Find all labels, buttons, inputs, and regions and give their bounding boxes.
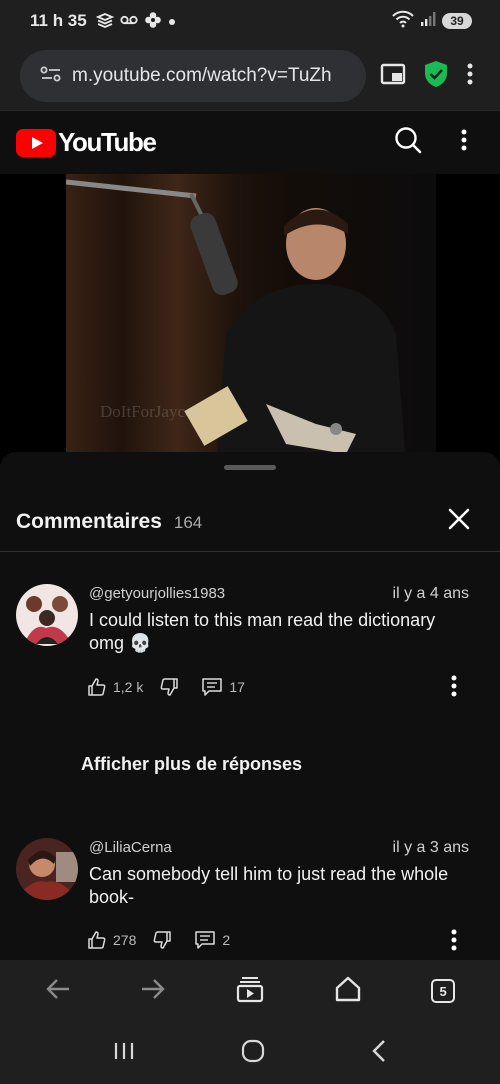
- comments-count: 164: [173, 512, 203, 532]
- reply-icon: [202, 678, 223, 696]
- avatar[interactable]: [16, 838, 78, 900]
- video-watermark: DoItForJaycee: [100, 402, 201, 421]
- dislike-button[interactable]: [152, 930, 172, 950]
- close-icon[interactable]: [448, 508, 470, 535]
- comments-title: Commentaires: [16, 509, 162, 533]
- comment-text: I could listen to this man read the dict…: [89, 610, 436, 653]
- forward-arrow-icon[interactable]: [140, 978, 166, 1005]
- replies-button[interactable]: 17: [201, 677, 245, 697]
- comment-more-icon[interactable]: [450, 928, 458, 957]
- media-playlist-icon[interactable]: [236, 975, 264, 1008]
- browser-bottom-bar: 5: [0, 960, 500, 1022]
- more-options-icon[interactable]: [460, 128, 468, 157]
- voicemail-icon: [120, 14, 138, 28]
- reply-count: 17: [229, 679, 245, 695]
- dot-icon: [168, 14, 176, 28]
- status-right: 39: [392, 10, 472, 33]
- recent-apps-icon[interactable]: [112, 1041, 136, 1066]
- wifi-icon: [392, 10, 414, 33]
- comment-item: @getyourjollies1983 il y a 4 ans I could…: [0, 582, 500, 712]
- like-button[interactable]: 278: [87, 930, 136, 950]
- stack-icon: [95, 12, 115, 30]
- address-bar[interactable]: m.youtube.com/watch?v=TuZh: [20, 50, 366, 102]
- comment-item: @LiliaCerna il y a 3 ans Can somebody te…: [0, 836, 500, 960]
- status-bar: 11 h 35 39: [0, 0, 500, 42]
- status-time: 11 h 35: [30, 11, 87, 30]
- drag-handle[interactable]: [224, 465, 276, 470]
- tabs-button[interactable]: 5: [431, 979, 456, 1003]
- system-navigation-bar: [0, 1022, 500, 1084]
- reply-count: 2: [222, 932, 231, 948]
- youtube-logo[interactable]: YouTube: [16, 127, 157, 158]
- like-count: 1,2 k: [113, 679, 144, 695]
- dislike-button[interactable]: [159, 677, 179, 697]
- browser-actions: [380, 60, 474, 93]
- comment-time: il y a 4 ans: [392, 585, 469, 602]
- comments-panel: Commentaires 164 @getyourjollies1983 il …: [0, 452, 500, 960]
- replies-button[interactable]: 2: [194, 930, 230, 950]
- search-icon[interactable]: [394, 126, 422, 159]
- thumbs-up-icon: [88, 678, 106, 696]
- thumbs-down-icon: [153, 931, 172, 949]
- comment-time: il y a 3 ans: [392, 839, 469, 856]
- thumbs-up-icon: [88, 931, 106, 949]
- comment-author[interactable]: @getyourjollies1983: [89, 585, 225, 602]
- browser-menu-icon[interactable]: [466, 62, 474, 91]
- youtube-logo-text: YouTube: [58, 127, 157, 157]
- home-circle-icon[interactable]: [241, 1039, 265, 1068]
- video-frame: DoItForJaycee: [66, 174, 436, 464]
- flower-icon: [144, 11, 162, 31]
- youtube-play-icon: [16, 128, 56, 157]
- browser-toolbar: m.youtube.com/watch?v=TuZh: [0, 42, 500, 110]
- shield-icon[interactable]: [424, 60, 448, 93]
- notification-icons: [95, 11, 176, 31]
- url-text: m.youtube.com/watch?v=TuZh: [72, 65, 332, 86]
- show-more-replies-button[interactable]: Afficher plus de réponses: [81, 754, 302, 775]
- picture-in-picture-icon[interactable]: [380, 63, 406, 90]
- comment-author[interactable]: @LiliaCerna: [89, 839, 172, 856]
- comment-text: Can somebody tell him to just read the w…: [89, 864, 449, 907]
- comment-actions: 278 2: [87, 930, 230, 950]
- comment-more-icon[interactable]: [450, 674, 458, 703]
- like-button[interactable]: 1,2 k: [87, 677, 143, 697]
- video-player[interactable]: DoItForJaycee: [0, 174, 500, 464]
- signal-icon: [420, 11, 436, 32]
- comments-header: Commentaires 164: [0, 492, 500, 552]
- youtube-header-actions: [394, 126, 484, 159]
- battery-indicator: 39: [442, 13, 472, 29]
- youtube-header: YouTube: [0, 110, 500, 174]
- comment-actions: 1,2 k 17: [87, 677, 245, 697]
- home-icon[interactable]: [334, 976, 362, 1007]
- avatar[interactable]: [16, 584, 78, 646]
- site-settings-icon[interactable]: [40, 65, 62, 88]
- like-count: 278: [113, 932, 137, 948]
- thumbs-down-icon: [160, 678, 179, 696]
- system-back-icon[interactable]: [370, 1039, 388, 1068]
- reply-icon: [195, 931, 216, 949]
- back-arrow-icon[interactable]: [45, 978, 71, 1005]
